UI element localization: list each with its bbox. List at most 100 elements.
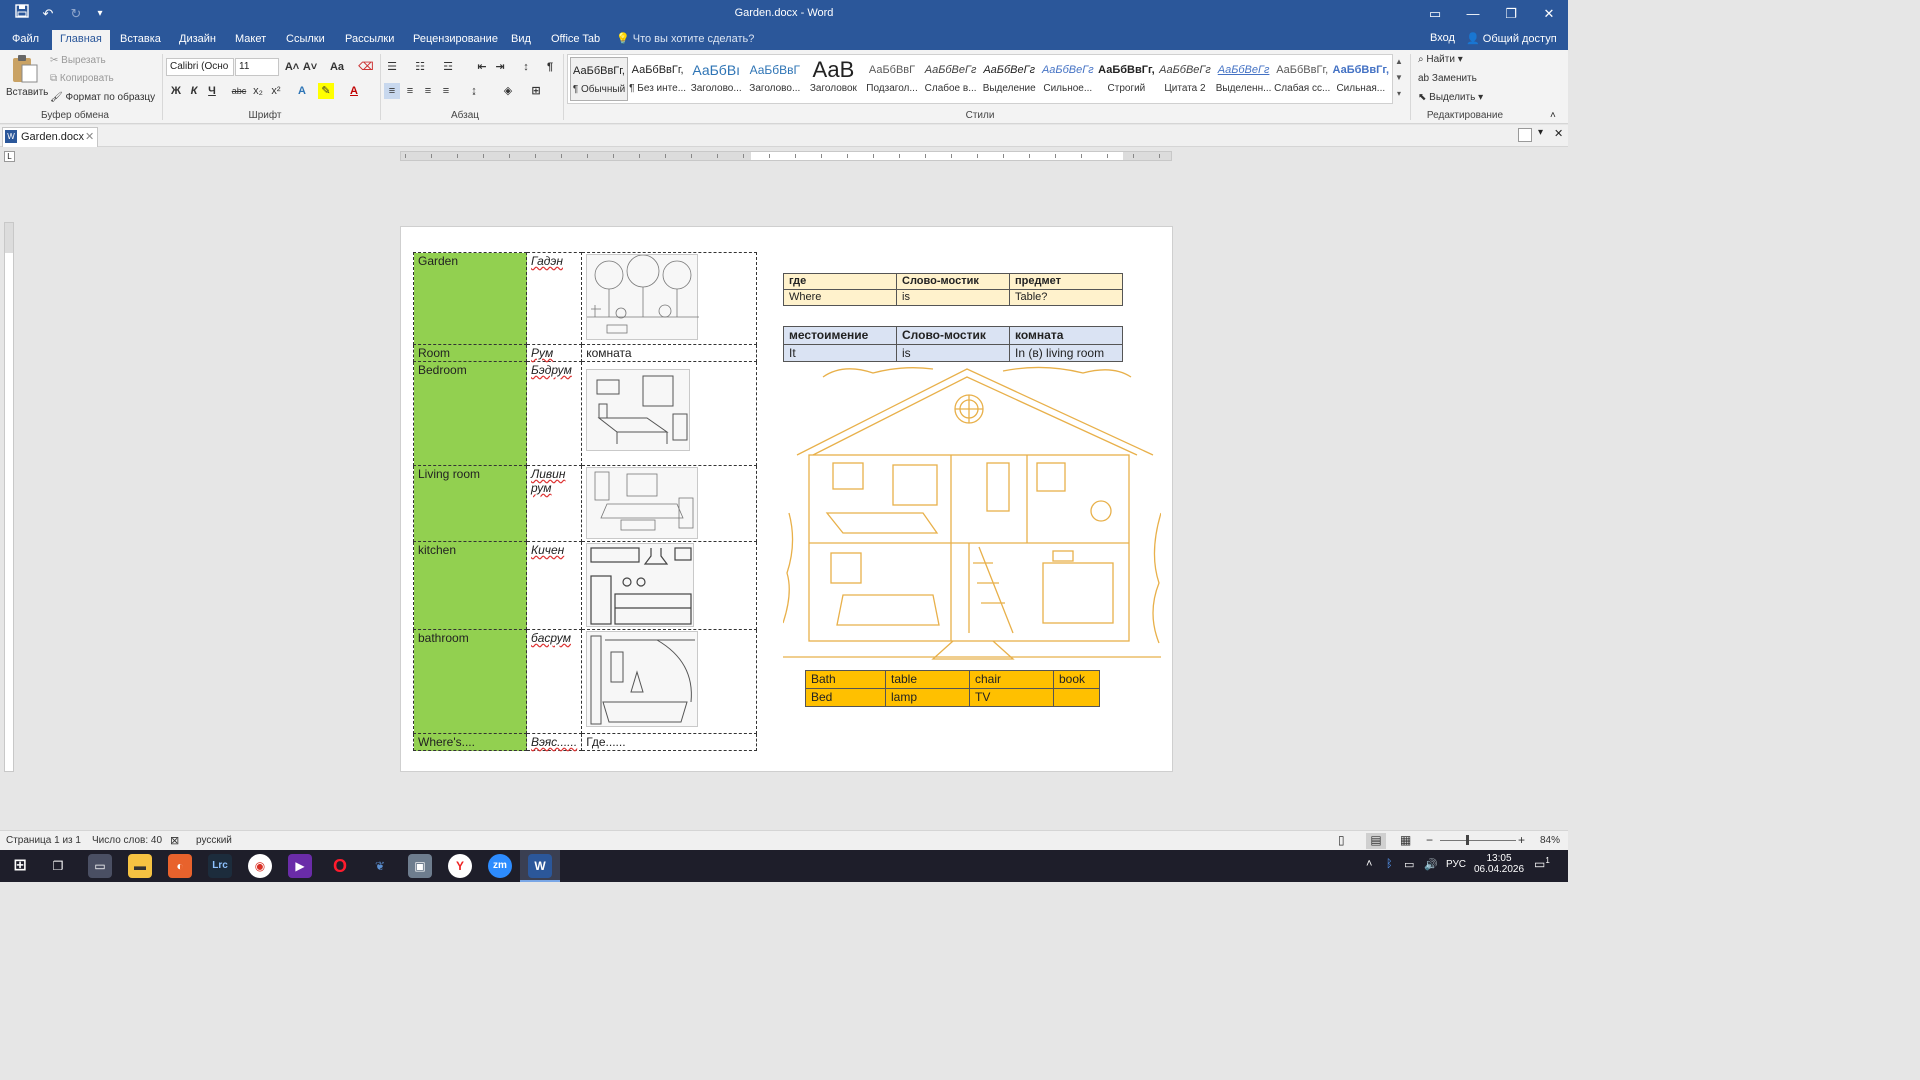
table-header-cell[interactable]: Слово-мостик bbox=[896, 326, 1010, 345]
word-cell[interactable]: chair bbox=[969, 670, 1054, 689]
style-item[interactable]: АаБбВвГг, Сильная... bbox=[1332, 57, 1390, 101]
volume-icon[interactable]: 🔊 bbox=[1424, 858, 1438, 871]
proofing-icon[interactable]: ⊠ bbox=[170, 834, 179, 847]
close-tab-icon[interactable]: ✕ bbox=[85, 128, 94, 146]
tab-insert[interactable]: Вставка bbox=[112, 30, 169, 50]
table-header-cell[interactable]: комната bbox=[1009, 326, 1123, 345]
zoom-slider-thumb[interactable] bbox=[1466, 835, 1469, 845]
grow-font-icon[interactable]: A˄ bbox=[284, 59, 300, 75]
paste-button[interactable]: Вставить bbox=[6, 54, 48, 110]
windows-start-icon[interactable]: ⊞ bbox=[8, 854, 32, 878]
table-header-cell[interactable]: где bbox=[783, 273, 897, 290]
style-item[interactable]: АаБбВвГг, ¶ Обычный bbox=[570, 57, 628, 101]
tell-me-box[interactable]: 💡 Что вы хотите сделать? bbox=[616, 32, 754, 45]
clock[interactable]: 13:05 06.04.2026 bbox=[1474, 853, 1524, 875]
align-right-icon[interactable]: ≡ bbox=[420, 83, 436, 99]
keyboard-language[interactable]: РУС bbox=[1446, 859, 1466, 870]
copy-button[interactable]: ⧉ Копировать bbox=[50, 73, 114, 84]
word-cell[interactable]: Bath bbox=[805, 670, 886, 689]
shading-icon[interactable]: ◈ bbox=[500, 83, 516, 99]
print-layout-icon[interactable]: ▤ bbox=[1366, 833, 1386, 849]
language-indicator[interactable]: русский bbox=[196, 835, 232, 846]
style-item[interactable]: АаБбВвГг, Строгий bbox=[1097, 57, 1155, 101]
table-cell[interactable]: Table? bbox=[1009, 289, 1123, 306]
tab-review[interactable]: Рецензирование bbox=[405, 30, 506, 50]
word-count[interactable]: Число слов: 40 bbox=[92, 835, 162, 846]
tab-references[interactable]: Ссылки bbox=[278, 30, 333, 50]
zoom-app-icon[interactable]: zm bbox=[488, 854, 512, 878]
show-marks-icon[interactable]: ¶ bbox=[542, 59, 558, 75]
style-item[interactable]: АаБбВı Заголово... bbox=[687, 57, 745, 101]
word-cell[interactable]: book bbox=[1053, 670, 1100, 689]
picture-cell[interactable] bbox=[581, 252, 758, 345]
house-picture[interactable] bbox=[782, 363, 1162, 663]
transcription-cell[interactable]: Гадэн bbox=[525, 252, 583, 345]
style-item[interactable]: АаБбВвГг, Слабая сс... bbox=[1273, 57, 1331, 101]
table-header-cell[interactable]: предмет bbox=[1009, 273, 1123, 290]
decrease-indent-icon[interactable]: ⇤ bbox=[474, 59, 490, 75]
word-cell[interactable]: TV bbox=[969, 688, 1054, 707]
page-count[interactable]: Страница 1 из 1 bbox=[6, 835, 81, 846]
word-cell[interactable]: Where's.... bbox=[413, 733, 527, 751]
superscript-button[interactable]: x² bbox=[268, 83, 284, 99]
transcription-cell[interactable]: Вэяс...... bbox=[525, 733, 583, 751]
word-cell[interactable] bbox=[1053, 688, 1100, 707]
highlight-icon[interactable]: ✎ bbox=[318, 83, 334, 99]
horizontal-ruler[interactable] bbox=[400, 151, 1172, 161]
picture-cell[interactable] bbox=[581, 465, 758, 542]
explorer-icon[interactable]: ▬ bbox=[128, 854, 152, 878]
document-tab[interactable]: W Garden.docx ✕ bbox=[2, 127, 98, 147]
bullets-icon[interactable]: ☰ bbox=[384, 59, 400, 75]
tab-selector[interactable]: L bbox=[4, 151, 15, 162]
tab-layout[interactable]: Макет bbox=[227, 30, 274, 50]
style-item[interactable]: АаБбВеГг Цитата 2 bbox=[1156, 57, 1214, 101]
new-tab-icon[interactable] bbox=[1518, 128, 1532, 142]
close-icon[interactable]: ✕ bbox=[1530, 0, 1568, 30]
picture-cell[interactable] bbox=[581, 541, 758, 630]
transcription-cell[interactable]: басрум bbox=[525, 629, 583, 734]
ribbon-display-icon[interactable]: ▭ bbox=[1416, 0, 1454, 30]
table-cell[interactable]: is bbox=[896, 344, 1010, 362]
italic-button[interactable]: К bbox=[186, 83, 202, 99]
word-cell[interactable]: Garden bbox=[413, 252, 527, 345]
web-layout-icon[interactable]: ▦ bbox=[1400, 833, 1411, 847]
lightroom-icon[interactable]: Lrc bbox=[208, 854, 232, 878]
multilevel-list-icon[interactable]: ☲ bbox=[440, 59, 456, 75]
opera-icon[interactable]: O bbox=[328, 854, 352, 878]
text-effects-icon[interactable]: A bbox=[294, 83, 310, 99]
tab-menu-icon[interactable]: ▾ bbox=[1538, 127, 1543, 138]
maximize-icon[interactable]: ❐ bbox=[1492, 0, 1530, 30]
style-item[interactable]: АаБбВвГг, ¶ Без инте... bbox=[629, 57, 687, 101]
transcription-cell[interactable]: Ливин рум bbox=[525, 465, 583, 542]
change-case-button[interactable]: Aa bbox=[326, 59, 348, 75]
transcription-cell[interactable]: Бэдрум bbox=[525, 361, 583, 466]
replace-button[interactable]: ab Заменить bbox=[1418, 73, 1477, 84]
translation-cell[interactable]: Где...... bbox=[581, 733, 758, 751]
app-suitcase-icon[interactable]: ▣ bbox=[408, 854, 432, 878]
style-item[interactable]: АаБбВвГ Заголово... bbox=[746, 57, 804, 101]
task-view-icon[interactable]: ❐ bbox=[46, 854, 70, 878]
word-cell[interactable]: lamp bbox=[885, 688, 970, 707]
share-button[interactable]: 👤 Общий доступ bbox=[1466, 32, 1557, 45]
picture-cell[interactable] bbox=[581, 629, 758, 734]
align-center-icon[interactable]: ≡ bbox=[402, 83, 418, 99]
tab-design[interactable]: Дизайн bbox=[171, 30, 224, 50]
word-cell[interactable]: Bedroom bbox=[413, 361, 527, 466]
clear-format-icon[interactable]: ⌫ bbox=[358, 59, 374, 75]
minimize-icon[interactable]: — bbox=[1454, 0, 1492, 30]
numbering-icon[interactable]: ☷ bbox=[412, 59, 428, 75]
strikethrough-button[interactable]: abc bbox=[230, 83, 248, 99]
font-name-combo[interactable]: Calibri (Осно bbox=[166, 58, 234, 76]
styles-scroll[interactable]: ▲ ▼ ▾ bbox=[1394, 54, 1404, 104]
word-taskbar-button[interactable]: W bbox=[520, 850, 560, 882]
bold-button[interactable]: Ж bbox=[168, 83, 184, 99]
line-spacing-icon[interactable]: ↨ bbox=[466, 83, 482, 99]
transcription-cell[interactable]: Кичен bbox=[525, 541, 583, 630]
table-header-cell[interactable]: местоимение bbox=[783, 326, 897, 345]
style-item[interactable]: АаБбВеГг Слабое в... bbox=[922, 57, 980, 101]
tab-office-tab[interactable]: Office Tab bbox=[543, 30, 608, 50]
zoom-in-icon[interactable]: + bbox=[1518, 833, 1525, 847]
zoom-out-icon[interactable]: − bbox=[1426, 833, 1433, 847]
picture-cell[interactable] bbox=[581, 361, 758, 466]
style-item[interactable]: АаБбВвГ Подзагол... bbox=[863, 57, 921, 101]
